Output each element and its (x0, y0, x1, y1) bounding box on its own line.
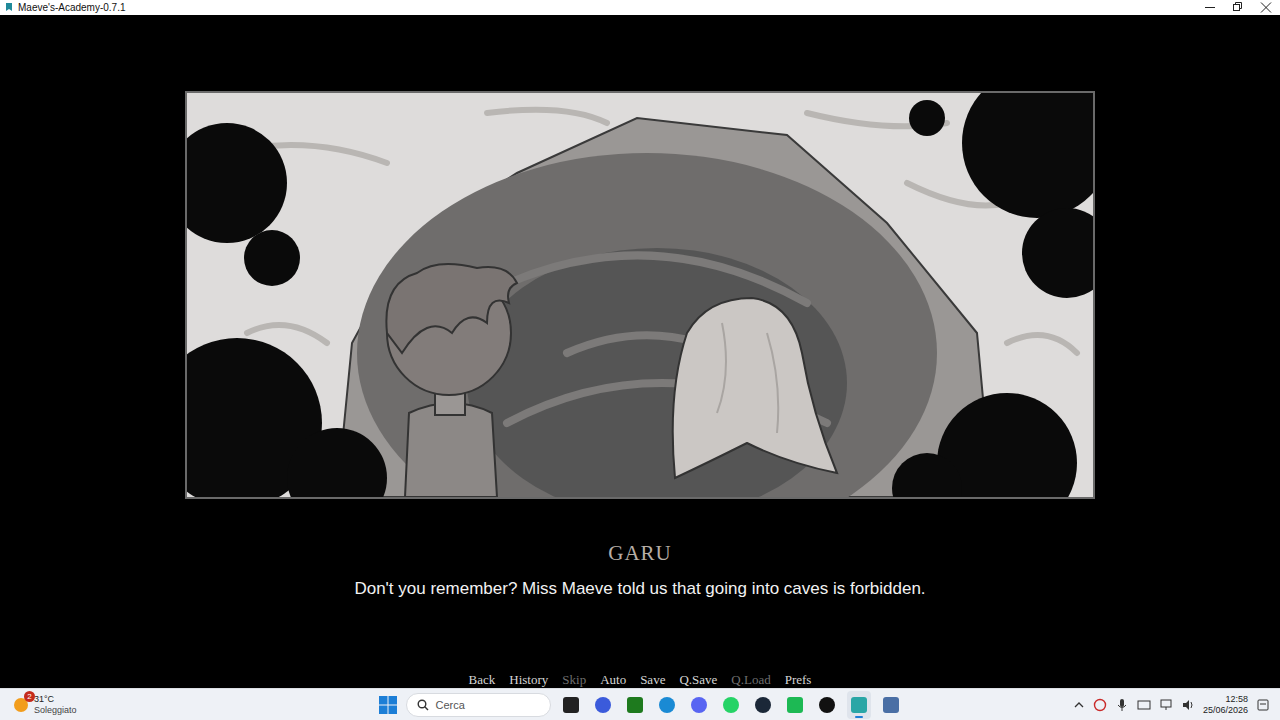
quick-menu-button: Skip (562, 672, 586, 688)
windows-start-icon[interactable] (378, 695, 398, 715)
close-icon[interactable] (1252, 0, 1280, 15)
quick-menu-button[interactable]: Auto (600, 672, 626, 688)
speaker-name: GARU (608, 540, 672, 566)
edge-icon (658, 696, 676, 714)
clock[interactable]: 12:58 25/06/2026 (1203, 694, 1248, 716)
notifications-icon[interactable] (1256, 698, 1270, 712)
quick-menu-button[interactable]: History (509, 672, 548, 688)
unity-icon (818, 696, 836, 714)
snipping-tool-icon (882, 696, 900, 714)
window-title: Maeve's-Academy-0.7.1 (18, 0, 126, 15)
minimize-icon[interactable] (1196, 0, 1224, 15)
title-bar: Maeve's-Academy-0.7.1 (0, 0, 1280, 15)
clock-time: 12:58 (1225, 694, 1248, 705)
scene-illustration (187, 93, 1093, 497)
taskbar-app[interactable] (879, 691, 903, 719)
display-icon[interactable] (1137, 698, 1151, 712)
taskbar: 2 31°C Soleggiato Cerca 12:58 25/06/2026 (0, 688, 1280, 720)
quick-menu-button[interactable]: Q.Save (679, 672, 717, 688)
xbox-icon (626, 696, 644, 714)
microphone-icon[interactable] (1115, 698, 1129, 712)
chevron-up-icon[interactable] (1073, 699, 1085, 711)
task-view-icon (562, 696, 580, 714)
spotify-icon (786, 696, 804, 714)
taskbar-app[interactable] (687, 691, 711, 719)
temperature: 31°C (34, 694, 77, 705)
notification-badge: 2 (24, 691, 35, 702)
whatsapp-icon (722, 696, 740, 714)
taskbar-app[interactable] (783, 691, 807, 719)
taskbar-app[interactable] (719, 691, 743, 719)
app-launcher-icon (594, 696, 612, 714)
app-icon (4, 2, 14, 13)
discord-icon (690, 696, 708, 714)
quick-menu-button[interactable]: Save (640, 672, 665, 688)
search-icon (417, 699, 429, 711)
cave-scene-icon (187, 93, 1093, 497)
taskbar-app[interactable] (815, 691, 839, 719)
volume-icon[interactable] (1181, 698, 1195, 712)
taskbar-app[interactable] (847, 691, 871, 719)
search-box[interactable]: Cerca (406, 693, 551, 717)
steam-icon (754, 696, 772, 714)
running-indicator (855, 716, 863, 718)
quick-menu-button[interactable]: Prefs (785, 672, 812, 688)
weather-condition: Soleggiato (34, 705, 77, 716)
vpn-icon[interactable] (1093, 698, 1107, 712)
screen: Maeve's-Academy-0.7.1 GARU Don't you rem… (0, 0, 1280, 720)
network-icon[interactable] (1159, 698, 1173, 712)
restore-icon[interactable] (1224, 0, 1252, 15)
quick-menu-button: Q.Load (731, 672, 770, 688)
taskbar-app[interactable] (655, 691, 679, 719)
dialogue-text: Don't you remember? Miss Maeve told us t… (354, 577, 925, 601)
game-area[interactable]: GARU Don't you remember? Miss Maeve told… (0, 15, 1280, 688)
clock-date: 25/06/2026 (1203, 705, 1248, 716)
quick-menu: Back History Skip Auto Save Q.Save Q.Load Prefs (469, 672, 812, 688)
taskbar-app[interactable] (559, 691, 583, 719)
weather-widget[interactable]: 2 31°C Soleggiato (12, 694, 378, 716)
quick-menu-button[interactable]: Back (469, 672, 496, 688)
taskbar-app[interactable] (591, 691, 615, 719)
taskbar-app[interactable] (751, 691, 775, 719)
taskbar-app[interactable] (623, 691, 647, 719)
search-placeholder: Cerca (436, 699, 465, 711)
window-controls (1196, 0, 1280, 15)
game-icon (850, 696, 868, 714)
